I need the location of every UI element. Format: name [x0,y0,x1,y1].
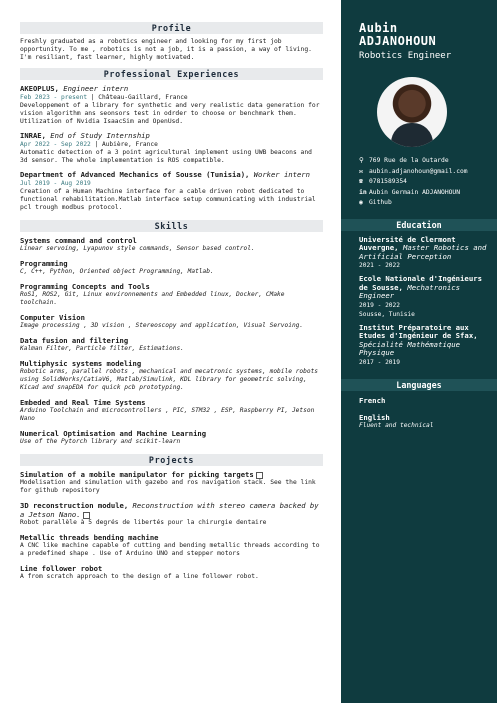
contact-github[interactable]: ◉ Github [359,198,489,207]
dates: 2021 - 2022 [359,262,400,269]
location: Sousse, Tunisie [359,310,415,318]
phone-icon: ☎ [359,177,363,185]
location: | Aubière, France [90,141,158,148]
project-desc: Modelisation and simulation with gazebo … [20,479,316,494]
skill-desc: RoS1, ROS2, Git, Linux environnements an… [20,291,285,306]
experience-heading: Professional Experiences [20,68,323,80]
project-title: Metallic threads bending machine [20,533,159,542]
skill-desc: Image processing , 3D vision , Stereosco… [20,322,304,329]
profile-photo [377,77,447,147]
contact-email[interactable]: ✉ aubin.adjanohoun@gmail.com [359,166,489,176]
projects-list: Simulation of a mobile manipulator for p… [20,470,323,581]
language-name: English [359,412,390,422]
profile-text: Freshly graduated as a robotics engineer… [20,38,312,61]
dates: 2017 - 2019 [359,358,400,366]
project-title: Simulation of a mobile manipulator for p… [20,470,323,479]
contact-list: ⚲ 769 Rue de la Outarde ✉ aubin.adjanohoun… [359,156,489,207]
dates: Feb 2023 - present [20,94,88,101]
description: Automatic detection of a 3 point agricul… [20,149,312,164]
skill-title: Programming Concepts and Tools [20,282,150,291]
language-level: Fluent and technical [359,421,434,429]
profile-heading: Profile [20,22,323,34]
skill-title: Embeded and Real Time Systems [20,398,146,407]
external-link-icon[interactable] [255,471,263,479]
last-name: ADJANOHOUN [359,34,437,48]
company: AKEOPLUS, [20,84,59,93]
project-desc: A CNC like machine capable of cutting an… [20,542,320,557]
project-desc: A from scratch approach to the design of… [20,573,259,580]
experience-item: AKEOPLUS, Engineer intern Feb 2023 - pre… [20,84,323,126]
skill-title: Computer Vision [20,313,85,322]
skill-desc: Linear servoing, Lyapunov style commands… [20,245,255,252]
project-title: 3D reconstruction module, Reconstruction… [20,501,319,519]
role: End of Study Internship [45,131,150,140]
dates: Apr 2022 - Sep 2022 [20,141,91,148]
skill-desc: C, C++, Python, Oriented object Programm… [20,268,214,275]
languages-heading: Languages [341,378,497,391]
skill-desc: Arduino Toolchain and microcontrollers ,… [20,407,315,422]
contact-address: ⚲ 769 Rue de la Outarde [359,156,449,164]
contact-phone[interactable]: ☎ 0781589354 [359,177,489,186]
skill-title: Data fusion and filtering [20,336,129,345]
skill-title: Numerical Optimisation and Machine Learn… [20,429,207,438]
company: INRAE, [20,131,46,140]
skill-desc: Kalman Filter, Particle filter, Estimati… [20,345,184,352]
description: Developpement of a library for synthetic… [20,102,320,125]
linkedin-icon: in [359,187,367,196]
project-title: Line follower robot [20,564,103,573]
mail-icon: ✉ [359,166,363,175]
job-role: Robotics Engineer [359,51,452,61]
experience-item: Department of Advanced Mechanics of Sous… [20,170,323,212]
language-name: French [359,395,386,405]
skill-title: Systems command and control [20,236,137,245]
main-column: Profile Freshly graduated as a robotics … [20,22,323,581]
projects-heading: Projects [20,454,323,466]
skills-list: Systems command and control Linear servo… [20,236,323,446]
company: Department of Advanced Mechanics of Sous… [20,170,250,179]
location: | Château-Gaillard, France [87,94,188,101]
sidebar: Aubin ADJANOHOUN Robotics Engineer ⚲ 769 … [341,0,497,703]
skill-title: Programming [20,259,68,268]
skill-title: Multiphysic systems modeling [20,359,142,368]
education-item: Ecole Nationale d'Ingénieurs de Sousse, … [359,274,489,319]
project-desc: Robot parallèle à 5 degrés de libertés p… [20,519,267,526]
skill-desc: Use of the Pytorch library and scikit-le… [20,438,181,445]
education-item: Institut Préparatoire aux Etudes d'Ingén… [359,323,489,367]
role: Worker intern [249,170,310,179]
skill-desc: Robotic arms, parallel robots , mechanic… [20,368,319,391]
education-item: Université de Clermont Auvergne, Master … [359,235,489,271]
education-heading: Education [341,218,497,231]
description: Creation of a Human Machine interface fo… [20,188,316,211]
experience-item: INRAE, End of Study Internship Apr 2022 … [20,131,323,165]
skills-heading: Skills [20,220,323,232]
contact-linkedin[interactable]: in Aubin Germain ADJANOHOUN [359,187,489,197]
dates: Jul 2019 - Aug 2019 [20,180,91,187]
dates: 2019 - 2022 [359,301,400,309]
external-link-icon[interactable] [82,511,90,519]
github-icon: ◉ [359,198,363,206]
role: Engineer intern [58,84,129,93]
location-pin-icon: ⚲ [359,156,364,164]
